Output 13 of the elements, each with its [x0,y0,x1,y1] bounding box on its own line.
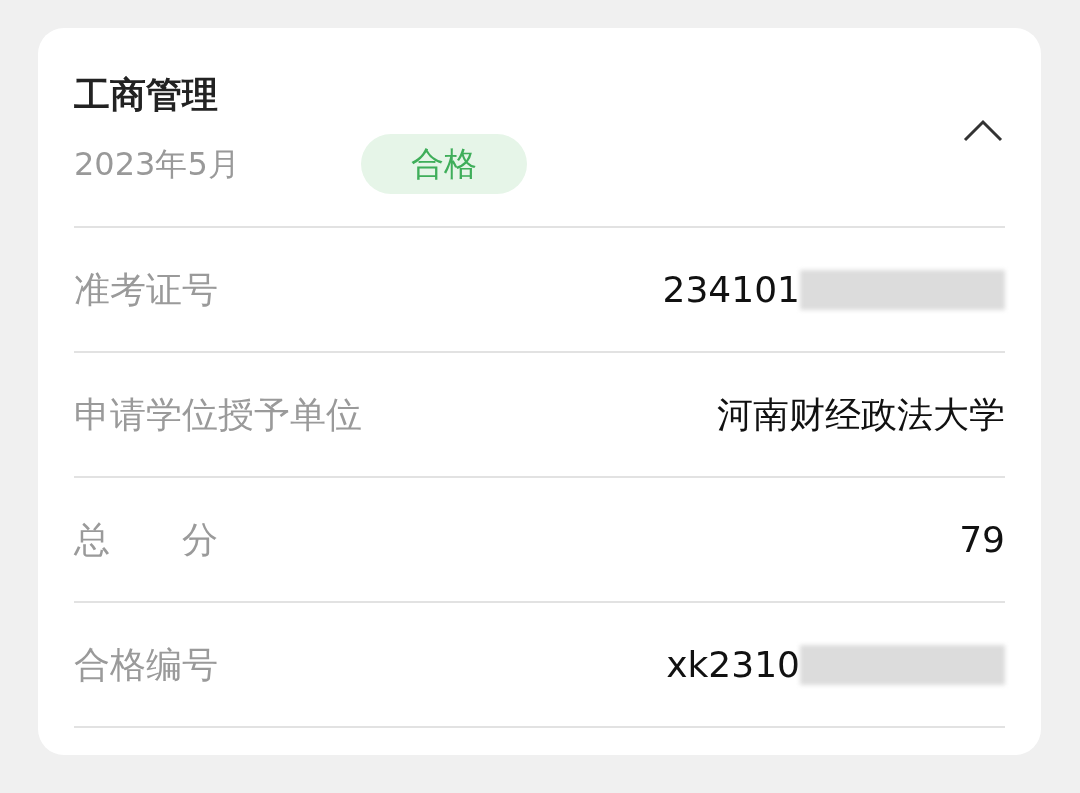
exam-date: 2023年5月 [74,144,241,185]
field-label: 准考证号 [74,267,218,312]
field-value: xk2310 [666,642,800,687]
field-label: 申请学位授予单位 [74,392,362,437]
field-value: 河南财经政法大学 [717,392,1005,437]
status-badge: 合格 [361,134,527,194]
collapse-button[interactable] [963,118,1003,142]
field-value: 79 [959,517,1005,562]
field-label: 合格编号 [74,642,218,687]
course-title: 工商管理 [74,73,219,117]
field-label: 总 分 [74,517,218,562]
chevron-icon [963,118,1003,142]
field-value: 234101 [662,267,800,312]
